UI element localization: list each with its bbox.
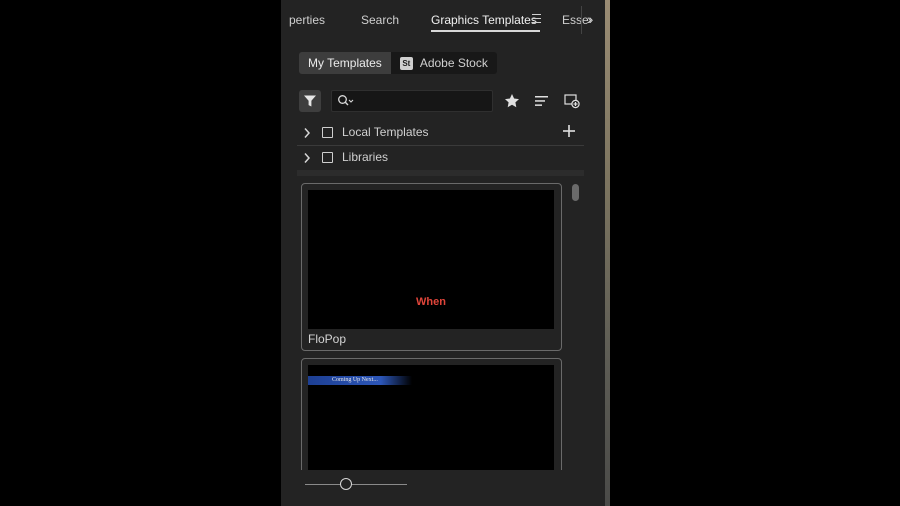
thumbnail-preview-text: Coming Up Next... <box>332 377 378 383</box>
panel-menu-icon[interactable] <box>532 14 541 23</box>
adobe-stock-button[interactable]: St Adobe Stock <box>390 52 497 74</box>
template-card[interactable]: When FloPop <box>301 183 562 351</box>
tree-item-local-templates[interactable]: Local Templates <box>297 121 585 145</box>
active-tab-indicator <box>431 30 540 32</box>
tab-divider <box>581 6 582 34</box>
thumbnail-size-slider[interactable] <box>305 477 407 493</box>
search-field[interactable] <box>331 90 493 112</box>
tab-search[interactable]: Search <box>361 13 399 27</box>
new-bin-icon <box>564 94 580 109</box>
my-templates-button[interactable]: My Templates <box>299 52 391 74</box>
add-icon[interactable] <box>562 124 576 138</box>
tab-properties[interactable]: perties <box>289 13 325 27</box>
filter-button[interactable] <box>299 90 321 112</box>
overflow-tabs-icon[interactable]: ›› <box>587 11 594 27</box>
sort-button[interactable] <box>533 92 551 110</box>
new-bin-button[interactable] <box>563 92 581 110</box>
footer-bar <box>281 470 605 506</box>
tree-item-label: Local Templates <box>342 125 429 139</box>
sort-icon <box>535 96 548 106</box>
tab-essential[interactable]: Esse <box>562 13 589 27</box>
graphics-templates-panel: perties Search Graphics Templates Esse ›… <box>281 0 605 506</box>
scrollbar-thumb[interactable] <box>572 184 579 201</box>
filter-icon <box>304 95 316 107</box>
favorites-button[interactable] <box>503 92 521 110</box>
local-templates-checkbox[interactable] <box>322 127 333 138</box>
slider-handle[interactable] <box>340 478 352 490</box>
search-input[interactable] <box>358 91 488 111</box>
adobe-stock-label: Adobe Stock <box>419 56 488 70</box>
template-thumbnail: When <box>308 190 554 329</box>
adobe-stock-icon: St <box>399 56 413 70</box>
template-name: FloPop <box>308 332 347 346</box>
tree-item-label: Libraries <box>342 150 389 164</box>
tree-item-libraries[interactable]: Libraries <box>297 146 585 170</box>
chevron-right-icon[interactable] <box>303 127 311 139</box>
my-templates-label: My Templates <box>308 56 382 70</box>
libraries-checkbox[interactable] <box>322 152 333 163</box>
template-source-toggle: My Templates St Adobe Stock <box>299 52 497 74</box>
panel-tab-bar: perties Search Graphics Templates Esse ›… <box>281 0 605 40</box>
lower-third-bar: Coming Up Next... <box>308 376 412 385</box>
star-icon <box>505 94 519 108</box>
tab-graphics-templates[interactable]: Graphics Templates <box>431 13 537 27</box>
chevron-right-icon[interactable] <box>303 152 311 164</box>
thumbnail-preview-text: When <box>416 296 446 308</box>
slider-track <box>305 484 407 485</box>
section-divider <box>297 170 584 176</box>
background-strip <box>605 0 610 506</box>
search-icon[interactable] <box>337 94 355 108</box>
